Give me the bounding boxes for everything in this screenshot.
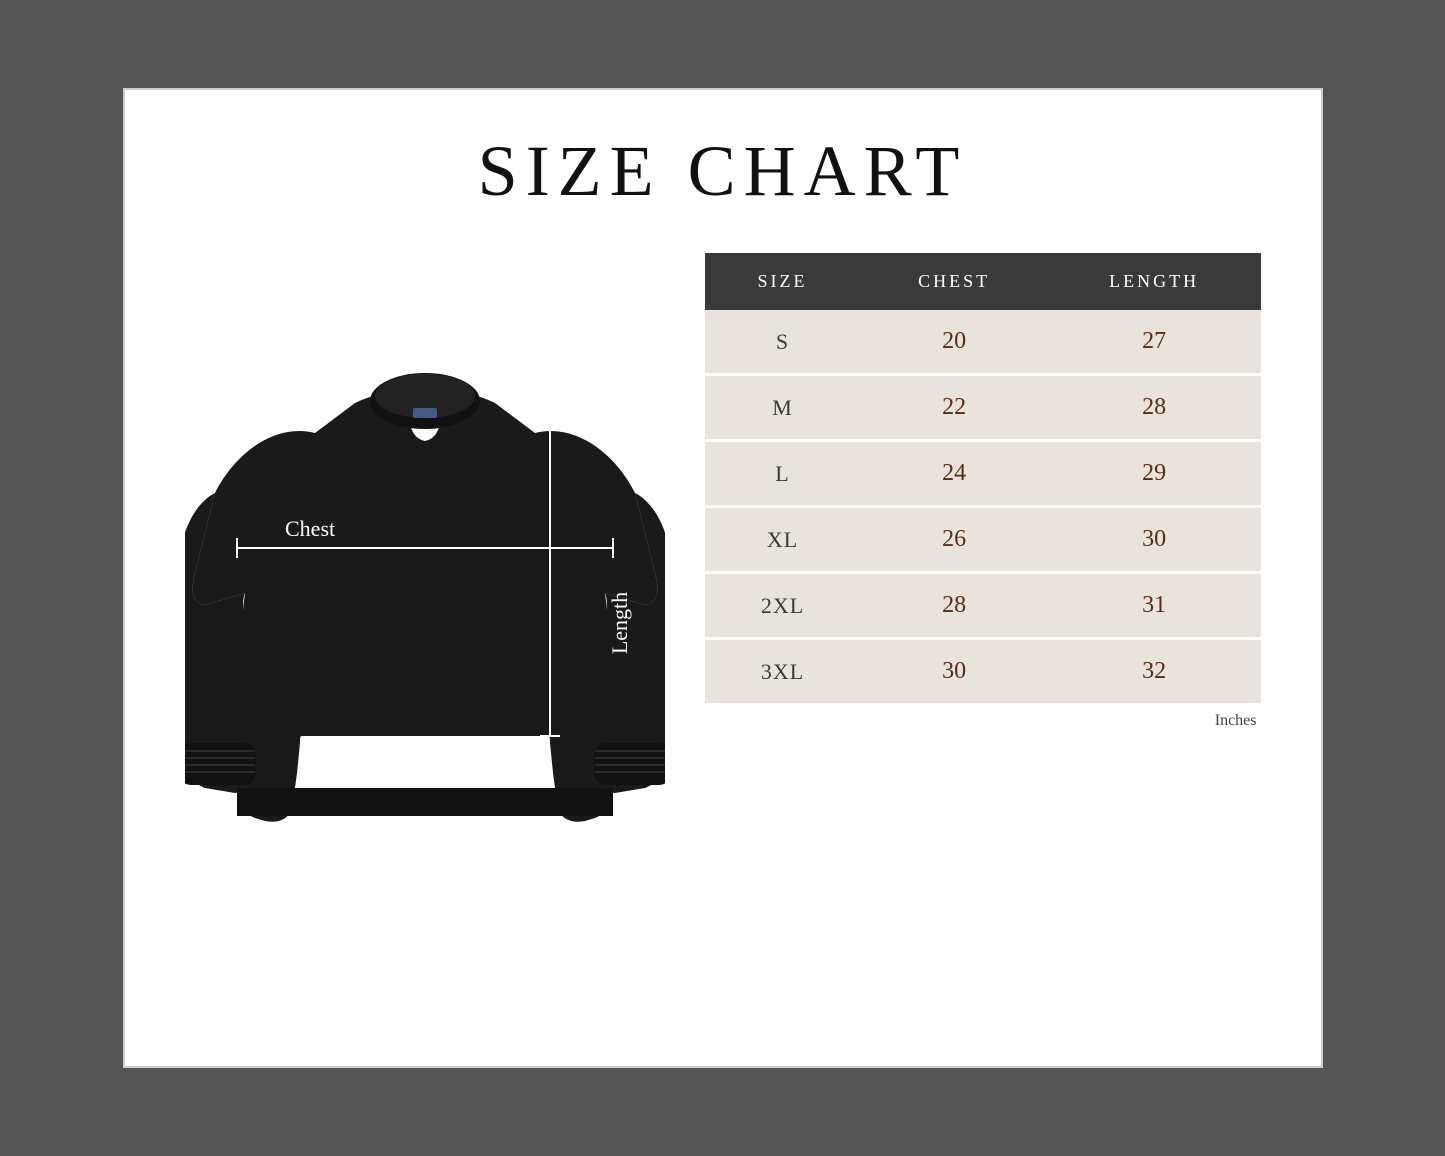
- cell-length: 30: [1048, 507, 1261, 573]
- table-header-row: SIZE CHEST LENGTH: [705, 253, 1261, 310]
- cell-size: 2XL: [705, 573, 861, 639]
- cell-chest: 28: [861, 573, 1048, 639]
- cell-size: S: [705, 310, 861, 375]
- cell-chest: 20: [861, 310, 1048, 375]
- cell-size: XL: [705, 507, 861, 573]
- cell-chest: 30: [861, 639, 1048, 705]
- table-section: SIZE CHEST LENGTH S2027M2228L2429XL26302…: [705, 253, 1261, 730]
- cell-chest: 22: [861, 375, 1048, 441]
- table-row: 3XL3032: [705, 639, 1261, 705]
- cell-size: L: [705, 441, 861, 507]
- cell-length: 29: [1048, 441, 1261, 507]
- cell-size: M: [705, 375, 861, 441]
- table-row: 2XL2831: [705, 573, 1261, 639]
- col-header-length: LENGTH: [1048, 253, 1261, 310]
- size-table: SIZE CHEST LENGTH S2027M2228L2429XL26302…: [705, 253, 1261, 706]
- cell-length: 27: [1048, 310, 1261, 375]
- cell-chest: 26: [861, 507, 1048, 573]
- cell-length: 28: [1048, 375, 1261, 441]
- svg-text:Chest: Chest: [285, 516, 335, 541]
- page-title: SIZE CHART: [478, 130, 968, 213]
- content-row: Chest Length: [185, 253, 1261, 873]
- col-header-size: SIZE: [705, 253, 861, 310]
- table-row: M2228: [705, 375, 1261, 441]
- cell-chest: 24: [861, 441, 1048, 507]
- cell-length: 32: [1048, 639, 1261, 705]
- col-header-chest: CHEST: [861, 253, 1048, 310]
- table-row: XL2630: [705, 507, 1261, 573]
- sweatshirt-diagram: Chest Length: [185, 253, 665, 873]
- cell-length: 31: [1048, 573, 1261, 639]
- unit-note: Inches: [705, 712, 1261, 730]
- cell-size: 3XL: [705, 639, 861, 705]
- size-chart-card: SIZE CHART: [123, 88, 1323, 1068]
- svg-text:Length: Length: [607, 592, 632, 654]
- table-row: S2027: [705, 310, 1261, 375]
- table-row: L2429: [705, 441, 1261, 507]
